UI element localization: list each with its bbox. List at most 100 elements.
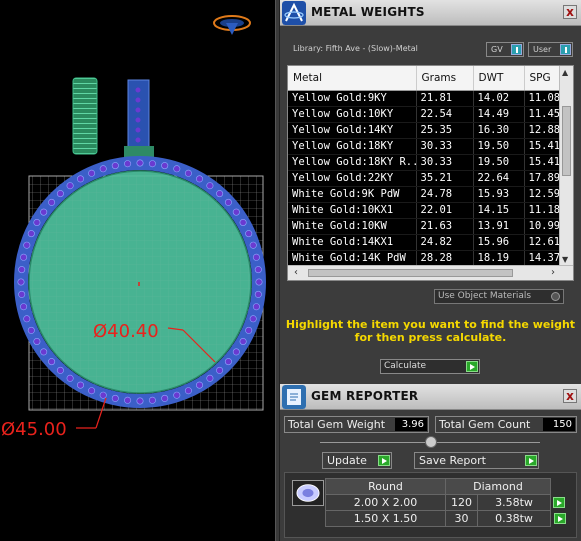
metal-row[interactable]: White Gold:9K PdW 24.78 15.93 12.59 (288, 186, 565, 203)
gem-stone (40, 208, 48, 216)
scroll-up-icon[interactable]: ▲ (562, 68, 568, 77)
gem-stone (255, 278, 263, 286)
gem-stone (111, 162, 119, 170)
gem-row[interactable]: 2.00 X 2.00 120 3.58tw (325, 494, 567, 511)
use-object-materials-toggle[interactable]: Use Object Materials (434, 289, 564, 304)
gem-row[interactable]: 1.50 X 1.50 30 0.38tw (325, 510, 567, 527)
select-gem-row-button[interactable] (553, 496, 565, 508)
gem-stone (56, 366, 64, 374)
metal-weights-close-button[interactable]: x (563, 5, 577, 19)
gem-stone (252, 303, 260, 311)
gem-stone (216, 190, 224, 198)
gem-stone (252, 253, 260, 261)
gem-reporter-panel: Total Gem Weight 3.96 Total Gem Count 15… (280, 410, 581, 541)
library-label: Library: Fifth Ave - (Slow)-Metal (293, 44, 418, 53)
gem-stone (18, 290, 26, 298)
total-gem-weight-value: 3.96 (395, 418, 427, 431)
dimension-outer: Ø45.00 (1, 419, 67, 440)
metal-name-cell: Yellow Gold:14KY (288, 122, 417, 139)
col-header-grams[interactable]: Grams (416, 66, 474, 91)
gem-stone (184, 169, 192, 177)
metal-row[interactable]: Yellow Gold:14KY 25.35 16.30 12.88 (288, 122, 565, 139)
metal-row[interactable]: Yellow Gold:22KY 35.21 22.64 17.89 (288, 170, 565, 187)
gem-stone (196, 175, 204, 183)
dwt-cell: 22.64 (473, 170, 525, 187)
metal-weights-table: Metal Grams DWT SPG Yellow Gold:9KY 21.81… (287, 65, 574, 281)
metal-weights-panel: Library: Fifth Ave - (Slow)-Metal GV Use… (280, 26, 581, 384)
metal-row[interactable]: White Gold:10KW 21.63 13.91 10.99 (288, 218, 565, 235)
gem-stone (232, 348, 240, 356)
scroll-left-icon[interactable]: ‹ (294, 267, 298, 278)
metal-row[interactable]: Yellow Gold:18KY 30.33 19.50 15.41 (288, 138, 565, 155)
metal-name-cell: Yellow Gold:22KY (288, 170, 417, 187)
dwt-cell: 14.02 (473, 90, 525, 107)
metal-row[interactable]: White Gold:14K PdW 28.28 18.19 14.37 (288, 250, 565, 267)
table-vertical-scrollbar[interactable]: ▲ ▼ (559, 66, 573, 266)
gem-stone (88, 169, 96, 177)
ring-top-view[interactable]: Ø40.40 Ø45.00 (0, 0, 275, 541)
gem-stone (88, 387, 96, 395)
table-horizontal-scrollbar[interactable]: ‹ › (288, 265, 573, 280)
save-report-button[interactable]: Save Report (414, 452, 539, 469)
view-cube-icon[interactable] (213, 15, 251, 35)
grams-cell: 21.81 (416, 90, 474, 107)
gem-reporter-title: GEM REPORTER (311, 389, 419, 403)
user-toggle[interactable]: User (528, 42, 573, 57)
grams-cell: 25.35 (416, 122, 474, 139)
select-gem-row-button[interactable] (553, 512, 566, 524)
col-header-metal[interactable]: Metal (288, 66, 417, 91)
scroll-down-icon[interactable]: ▼ (562, 255, 568, 264)
grams-cell: 28.28 (416, 250, 474, 267)
metal-name-cell: Yellow Gold:18KY (288, 138, 417, 155)
gem-stone (124, 160, 132, 168)
gv-toggle[interactable]: GV (486, 42, 524, 57)
metal-row[interactable]: Yellow Gold:9KY 21.81 14.02 11.08 (288, 90, 565, 107)
gem-stone (66, 182, 74, 190)
slider-handle[interactable] (425, 436, 437, 448)
spg-cell: 11.08 (524, 90, 565, 107)
dwt-cell: 16.30 (473, 122, 525, 139)
metal-row[interactable]: Yellow Gold:18KY R... 30.33 19.50 15.41 (288, 154, 565, 171)
gem-stone (196, 381, 204, 389)
gem-stone (18, 266, 26, 274)
metal-row[interactable]: Yellow Gold:10KY 22.54 14.49 11.45 (288, 106, 565, 123)
update-button[interactable]: Update (322, 452, 392, 469)
dwt-cell: 19.50 (473, 138, 525, 155)
spg-cell: 11.45 (524, 106, 565, 123)
calculate-button[interactable]: Calculate (380, 359, 480, 374)
instruction-text: Highlight the item you want to find the … (285, 318, 576, 344)
gem-stone (206, 374, 214, 382)
gem-stone (33, 219, 41, 227)
metal-name-cell: White Gold:10KX1 (288, 202, 417, 219)
metal-name-cell: White Gold:14KX1 (288, 234, 417, 251)
grams-cell: 24.78 (416, 186, 474, 203)
play-icon (378, 455, 390, 466)
col-header-spg[interactable]: SPG (524, 66, 565, 91)
dwt-cell: 18.19 (473, 250, 525, 267)
gem-stone (99, 165, 107, 173)
gem-stone (136, 159, 144, 167)
dwt-cell: 13.91 (473, 218, 525, 235)
spg-cell: 12.59 (524, 186, 565, 203)
dwt-cell: 14.49 (473, 106, 525, 123)
scroll-right-icon[interactable]: › (551, 267, 555, 278)
metal-name-cell: White Gold:14K PdW (288, 250, 417, 267)
gem-reporter-titlebar: GEM REPORTER x (280, 384, 581, 410)
metal-row[interactable]: White Gold:10KX1 22.01 14.15 11.18 (288, 202, 565, 219)
spg-cell: 15.41 (524, 154, 565, 171)
gem-stone (136, 397, 144, 405)
metal-row[interactable]: White Gold:14KX1 24.82 15.96 12.61 (288, 234, 565, 251)
gem-stone (232, 208, 240, 216)
gem-reporter-close-button[interactable]: x (563, 389, 577, 403)
gem-stone (23, 315, 31, 323)
viewport-3d[interactable]: Ø40.40 Ø45.00 (0, 0, 275, 541)
round-diamond-icon[interactable] (292, 480, 324, 506)
gem-stone (56, 190, 64, 198)
gem-stone (216, 366, 224, 374)
gem-stone (17, 278, 25, 286)
metal-name-cell: Yellow Gold:9KY (288, 90, 417, 107)
gem-stone (148, 160, 156, 168)
col-header-dwt[interactable]: DWT (473, 66, 525, 91)
gem-stone (23, 241, 31, 249)
gem-stone (27, 230, 35, 238)
